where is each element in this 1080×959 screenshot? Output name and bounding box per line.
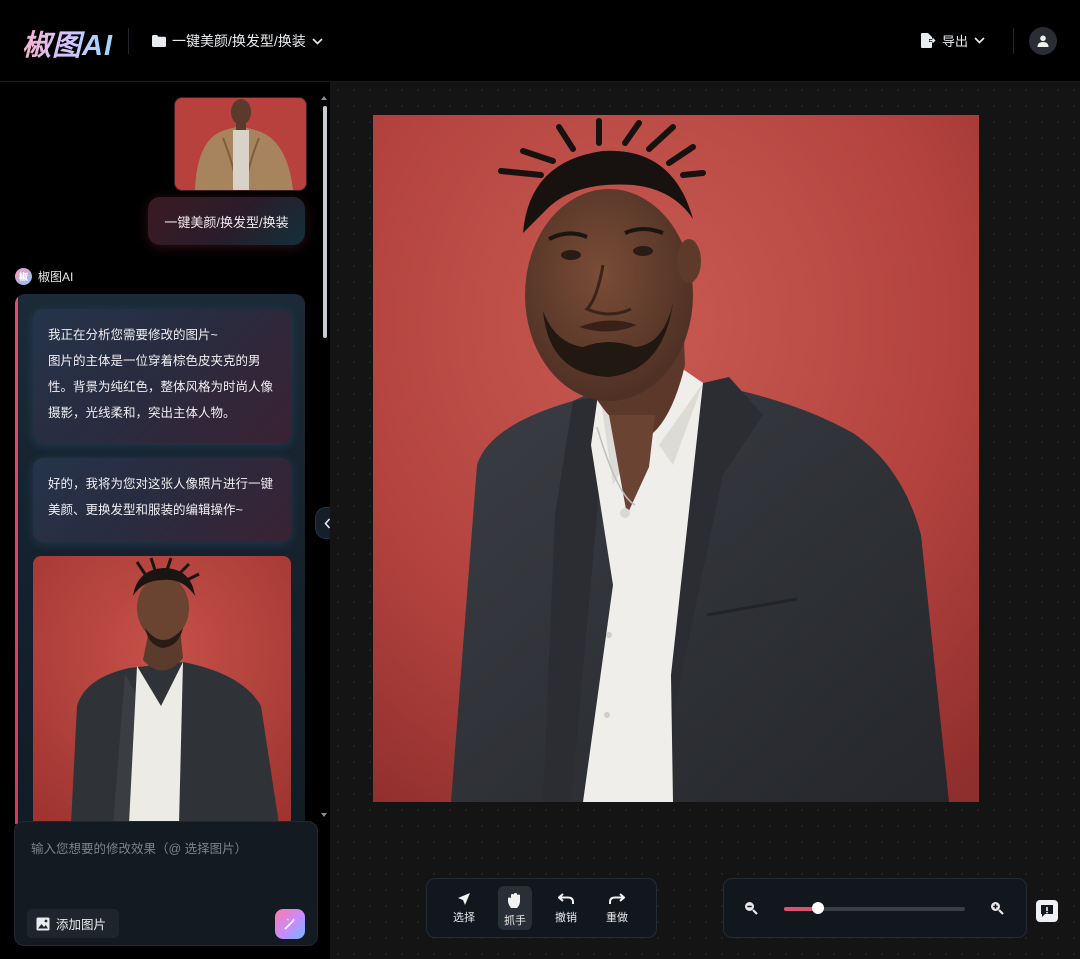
hand-icon <box>508 893 520 908</box>
tool-undo[interactable]: 撤销 <box>549 886 583 930</box>
tool-label: 选择 <box>453 912 475 924</box>
tool-hand[interactable]: 抓手 <box>498 886 532 930</box>
app-header: 椒图AI 一键美颜/换发型/换装 导出 <box>0 0 1080 82</box>
zoom-slider-track[interactable] <box>784 902 965 914</box>
canvas-toolbar: 选择 抓手 撤销 重做 <box>426 878 657 938</box>
zoom-in-icon[interactable] <box>990 901 1004 915</box>
image-icon <box>36 917 50 930</box>
result-image-thumbnail[interactable] <box>33 556 291 824</box>
editor-canvas[interactable]: 选择 抓手 撤销 重做 <box>330 82 1080 959</box>
portrait-thumbnail <box>33 556 291 824</box>
folder-icon <box>152 35 166 47</box>
cursor-icon <box>458 893 470 905</box>
portrait-thumbnail <box>175 98 306 190</box>
tool-label: 撤销 <box>555 912 577 924</box>
zoom-out-icon[interactable] <box>744 901 758 915</box>
file-export-icon <box>921 33 936 48</box>
chat-scrollbar-thumb[interactable] <box>323 106 327 338</box>
chevron-down-icon <box>974 37 985 44</box>
bot-message-line: 好的，我将为您对这张人像照片进行一键美颜、更换发型和服装的编辑操作~ <box>48 477 274 517</box>
add-image-button[interactable]: 添加图片 <box>27 909 119 938</box>
canvas-image[interactable] <box>373 115 979 802</box>
bot-message-bubble: 我正在分析您需要修改的图片~ 图片的主体是一位穿着棕色皮夹克的男性。背景为纯红色… <box>33 309 291 443</box>
bot-response-group: 我正在分析您需要修改的图片~ 图片的主体是一位穿着棕色皮夹克的男性。背景为纯红色… <box>15 294 305 824</box>
bot-message-bubble: 好的，我将为您对这张人像照片进行一键美颜、更换发型和服装的编辑操作~ <box>33 458 291 542</box>
zoom-control <box>723 878 1027 938</box>
bot-avatar-icon: 椒 <box>15 268 32 285</box>
zoom-slider-handle[interactable] <box>812 902 825 914</box>
tool-select[interactable]: 选择 <box>447 886 481 930</box>
bot-message-line: 我正在分析您需要修改的图片~ 图片的主体是一位穿着棕色皮夹克的男性。背景为纯红色… <box>48 328 274 420</box>
prompt-input-box[interactable]: 输入您想要的修改效果（@ 选择图片） 添加图片 <box>14 821 318 946</box>
feedback-button[interactable] <box>1036 900 1058 922</box>
header-divider <box>128 28 129 54</box>
export-button[interactable]: 导出 <box>921 31 985 50</box>
tool-label: 重做 <box>606 912 628 924</box>
bot-accent-bar <box>15 294 18 824</box>
bot-header: 椒 椒图AI <box>15 268 73 285</box>
app-logo[interactable]: 椒图AI <box>22 22 113 64</box>
user-icon <box>1037 35 1049 47</box>
user-avatar-button[interactable] <box>1029 27 1057 55</box>
undo-icon <box>558 893 574 904</box>
scroll-up-arrow[interactable] <box>321 96 327 100</box>
user-uploaded-image[interactable] <box>174 97 307 191</box>
user-message-bubble: 一键美颜/换发型/换装 <box>148 197 305 245</box>
magic-wand-icon <box>284 918 296 930</box>
portrait-photo <box>373 115 979 802</box>
add-image-label: 添加图片 <box>56 918 107 932</box>
generate-button[interactable] <box>275 909 305 939</box>
prompt-input-placeholder[interactable]: 输入您想要的修改效果（@ 选择图片） <box>31 838 247 857</box>
tool-redo[interactable]: 重做 <box>600 886 634 930</box>
header-divider <box>1013 28 1014 54</box>
scroll-down-arrow[interactable] <box>321 813 327 817</box>
chevron-down-icon <box>312 37 323 45</box>
chat-panel: 一键美颜/换发型/换装 椒 椒图AI 我正在分析您需要修改的图片~ 图片的主体是… <box>0 82 339 959</box>
feedback-icon <box>1041 905 1053 917</box>
project-selector[interactable]: 一键美颜/换发型/换装 <box>152 31 323 51</box>
redo-icon <box>609 893 625 904</box>
tool-label: 抓手 <box>504 915 526 927</box>
bot-name: 椒图AI <box>38 270 74 284</box>
project-name: 一键美颜/换发型/换装 <box>172 33 306 49</box>
export-label: 导出 <box>942 34 969 49</box>
